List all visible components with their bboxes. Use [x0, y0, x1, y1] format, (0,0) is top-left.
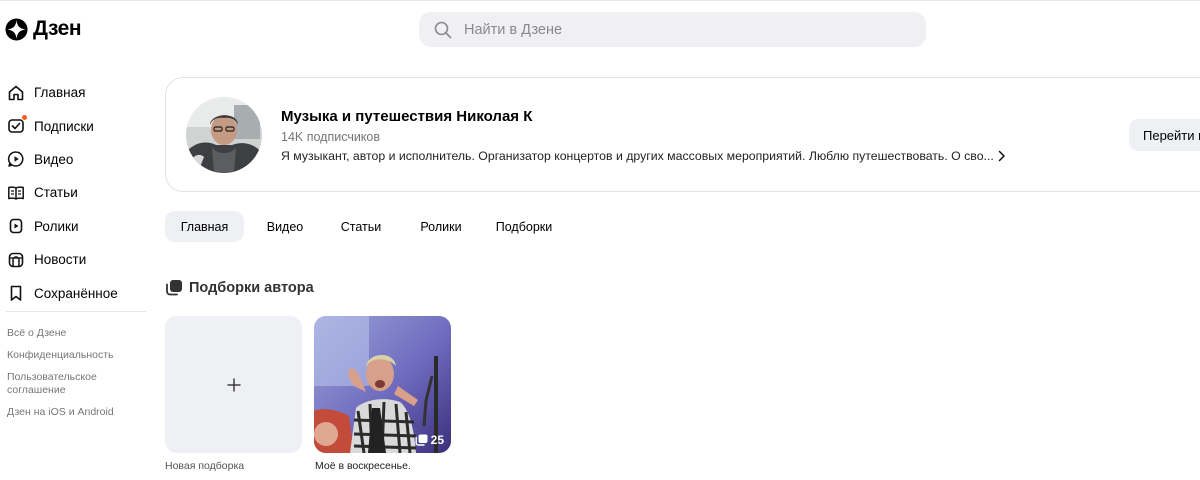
sidebar-item-label: Подписки: [34, 118, 94, 134]
bookmark-icon: [6, 283, 26, 303]
tab-shorts[interactable]: Ролики: [396, 211, 486, 242]
sidebar-item-saved[interactable]: Сохранённое: [6, 276, 156, 309]
sidebar-item-news[interactable]: Новости: [6, 243, 156, 276]
channel-tabs: Главная Видео Статьи Ролики Подборки: [165, 211, 562, 242]
collection-count: 25: [430, 433, 444, 447]
sidebar-item-shorts[interactable]: Ролики: [6, 210, 156, 243]
channel-avatar[interactable]: [186, 97, 262, 173]
sidebar-item-subscriptions[interactable]: Подписки: [6, 109, 156, 142]
collections-heading: Подборки автора: [165, 279, 314, 296]
tab-articles[interactable]: Статьи: [326, 211, 396, 242]
channel-description[interactable]: Я музыкант, автор и исполнитель. Организ…: [281, 149, 1006, 163]
channel-description-text: Я музыкант, автор и исполнитель. Организ…: [281, 149, 994, 163]
go-to-button[interactable]: Перейти в: [1129, 119, 1200, 151]
link-about[interactable]: Всё о Дзене: [7, 327, 127, 340]
tab-collections[interactable]: Подборки: [486, 211, 562, 242]
collection-caption: Моё в воскресенье.: [315, 460, 411, 472]
dzen-star-icon: [5, 17, 28, 41]
sidebar-nav: Главная Подписки Видео Статьи Ролики Нов…: [6, 76, 156, 310]
footer-links: Всё о Дзене Конфиденциальность Пользоват…: [7, 327, 127, 428]
sidebar-item-label: Видео: [34, 151, 74, 167]
sidebar-item-articles[interactable]: Статьи: [6, 176, 156, 209]
sidebar-item-label: Ролики: [34, 218, 79, 234]
link-apps[interactable]: Дзен на iOS и Android: [7, 406, 127, 419]
subscriptions-icon: [6, 114, 28, 136]
sidebar-item-label: Новости: [34, 252, 87, 268]
sidebar-divider: [6, 311, 146, 312]
tab-video[interactable]: Видео: [244, 211, 326, 242]
video-icon: [6, 149, 26, 169]
top-border: [0, 0, 1200, 1]
new-collection-button[interactable]: [165, 316, 302, 453]
sidebar-item-home[interactable]: Главная: [6, 76, 156, 109]
shorts-icon: [6, 216, 26, 236]
tab-home[interactable]: Главная: [165, 211, 244, 242]
plus-icon: [227, 378, 240, 391]
notification-dot: [21, 114, 28, 122]
section-title: Подборки автора: [189, 279, 314, 296]
sidebar-item-label: Статьи: [34, 185, 78, 201]
collections-icon: [415, 434, 428, 446]
channel-subscribers: 14K подписчиков: [281, 130, 381, 144]
chevron-right-icon: [998, 150, 1005, 162]
search-bar[interactable]: [419, 12, 926, 47]
logo-text: Дзен: [33, 17, 82, 40]
link-terms[interactable]: Пользовательское соглашение: [7, 371, 127, 397]
search-input[interactable]: [464, 21, 884, 38]
channel-card: Музыка и путешествия Николая К 14K подпи…: [165, 77, 1200, 192]
sidebar-item-video[interactable]: Видео: [6, 143, 156, 176]
collection-count-badge: 25: [415, 433, 444, 447]
collection-card[interactable]: 25: [314, 316, 451, 453]
channel-title: Музыка и путешествия Николая К: [281, 108, 533, 125]
sidebar-item-label: Главная: [34, 85, 86, 101]
news-icon: [6, 250, 26, 270]
sidebar-item-label: Сохранённое: [34, 285, 118, 301]
collections-icon: [166, 280, 182, 296]
new-collection-caption: Новая подборка: [165, 460, 245, 472]
search-icon: [434, 21, 452, 38]
dzen-logo[interactable]: Дзен: [5, 17, 82, 41]
home-icon: [6, 83, 26, 103]
articles-icon: [6, 183, 26, 203]
link-privacy[interactable]: Конфиденциальность: [7, 349, 127, 362]
